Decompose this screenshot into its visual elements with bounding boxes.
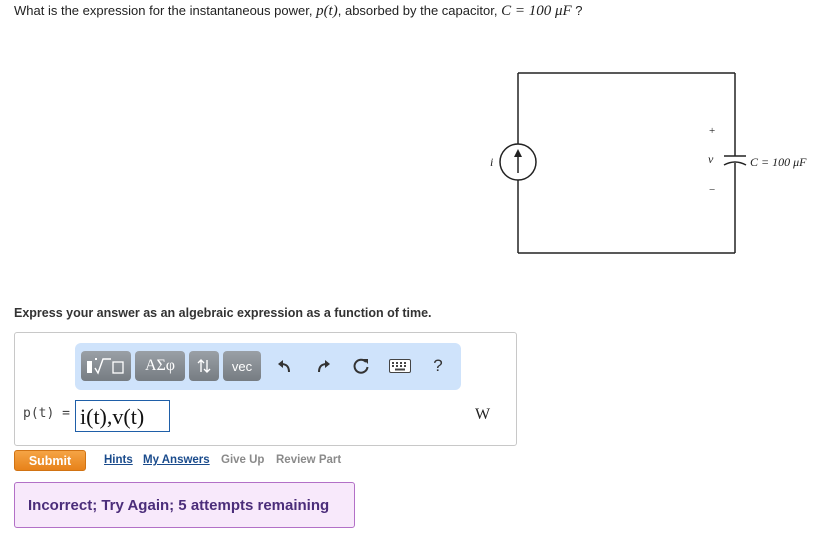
redo-button[interactable] [312,355,334,377]
question-text: What is the expression for the instantan… [14,3,582,20]
help-icon[interactable]: ? [427,355,449,377]
voltage-label: v [708,152,714,166]
question-prefix: What is the expression for the instantan… [14,3,317,18]
reset-icon [353,358,369,374]
answer-unit: W [475,406,491,423]
reset-button[interactable] [350,355,372,377]
updown-button[interactable] [189,351,219,381]
question-cap: C = 100 μF [501,3,572,19]
circuit-diagram: i + v − C = 100 μF [490,72,807,254]
math-toolbar: ΑΣφ vec ? [75,343,461,390]
feedback-text: Incorrect; Try Again; 5 attempts remaini… [28,496,330,514]
feedback-message: Incorrect; Try Again; 5 attempts remaini… [14,482,355,528]
minus-sign: − [709,184,715,196]
undo-icon [278,360,290,373]
give-up-link[interactable]: Give Up [221,454,264,466]
updown-arrows-icon [197,359,211,373]
question-middle: , absorbed by the capacitor, [337,3,502,18]
question-suffix: ? [571,3,583,18]
answer-label: p(t) = [23,406,70,421]
instruction-text: Express your answer as an algebraic expr… [14,306,432,320]
undo-button[interactable] [274,355,296,377]
review-part-link[interactable]: Review Part [276,454,341,466]
plus-sign: + [709,125,715,137]
hints-link[interactable]: Hints [104,454,133,466]
capacitor-label: C = 100 μF [750,155,807,169]
question-var: p(t) [316,3,338,19]
source-label: i [490,155,493,169]
submit-button[interactable]: Submit [14,450,86,471]
keyboard-button[interactable] [388,355,412,377]
templates-button[interactable] [81,351,131,381]
vec-button[interactable]: vec [223,351,261,381]
keyboard-icon [389,359,411,373]
greek-button[interactable]: ΑΣφ [135,351,185,381]
templates-icon [87,358,124,375]
my-answers-link[interactable]: My Answers [143,454,210,466]
answer-input[interactable]: i(t),v(t) [75,400,170,432]
redo-icon [318,360,330,373]
